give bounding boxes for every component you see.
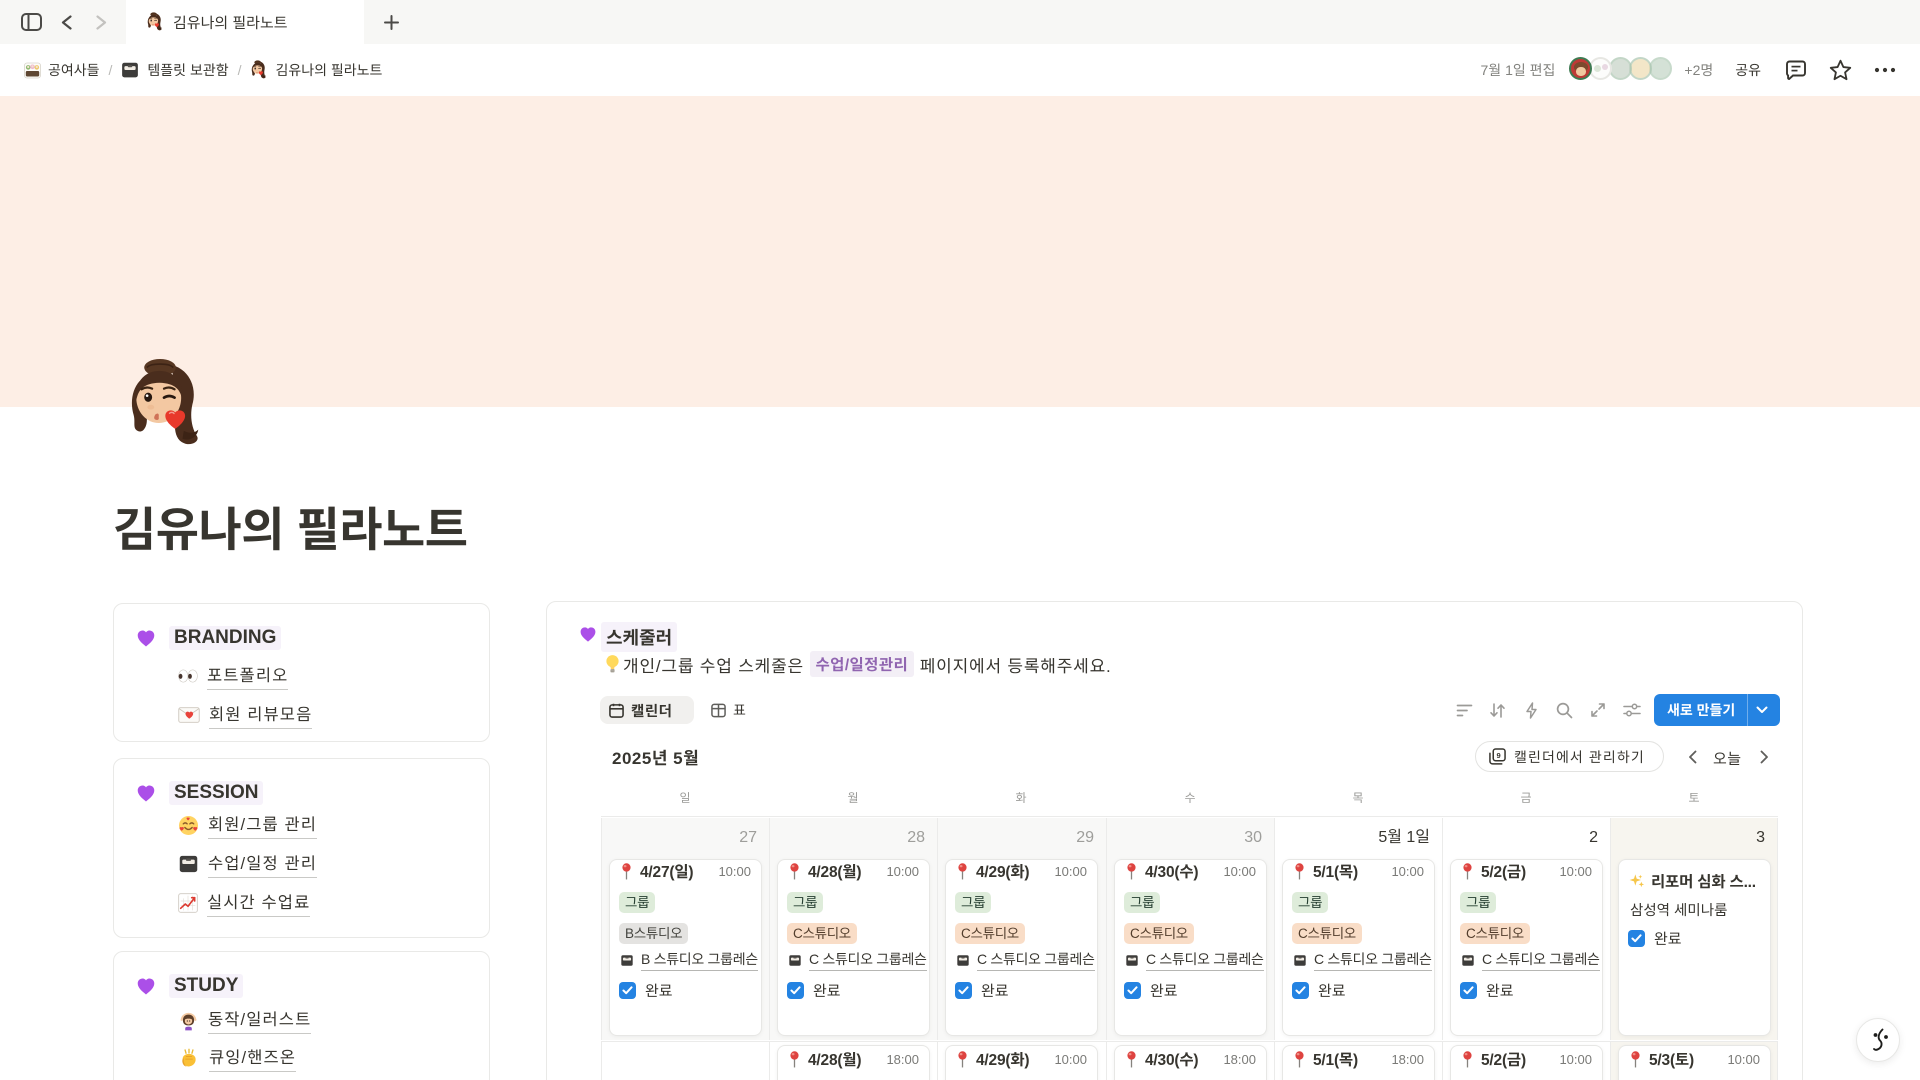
svg-text:9: 9 bbox=[1496, 751, 1501, 760]
